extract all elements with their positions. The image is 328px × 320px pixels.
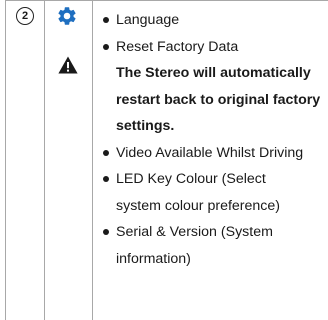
item-led-key-colour: LED Key Colour (Select [116, 171, 266, 187]
warning-line: settings. [116, 118, 175, 134]
item-serial-version-cont: information) [116, 250, 191, 267]
step-number-badge: 2 [16, 7, 34, 25]
list-item-continuation: system colour preference) [102, 193, 326, 220]
table-top-border [5, 0, 328, 1]
item-serial-version: Serial & Version (System [116, 224, 273, 240]
column-divider-2 [92, 0, 93, 320]
bullet [103, 149, 109, 156]
list-item: LED Key Colour (Select [102, 166, 326, 193]
item-led-key-colour-cont: system colour preference) [116, 197, 281, 214]
bullet [103, 176, 109, 182]
list-item-continuation: information) [102, 246, 326, 273]
bullet [103, 17, 109, 23]
step-number: 2 [21, 9, 29, 22]
warning-line: restart back to original factory [116, 91, 321, 108]
list-item: Reset Factory Data [102, 34, 326, 61]
warning-line: The Stereo will automatically [116, 65, 311, 81]
list-item: Serial & Version (System [102, 219, 326, 246]
gear-icon [58, 7, 76, 25]
item-language: Language [116, 12, 180, 28]
item-video-available: Video Available Whilst Driving [116, 144, 304, 161]
warning-triangle-icon [58, 56, 78, 74]
bullet [103, 229, 109, 235]
list-item: Language [102, 7, 326, 34]
instruction-table: 2 Language Reset Factory Data The Stereo… [0, 0, 328, 320]
column-divider-1 [44, 0, 45, 320]
settings-description: Language Reset Factory Data The Stereo w… [102, 7, 326, 272]
table-left-border [5, 0, 6, 320]
list-item: Video Available Whilst Driving [102, 140, 326, 167]
bullet [103, 43, 109, 50]
item-reset-factory-data: Reset Factory Data [116, 38, 239, 55]
